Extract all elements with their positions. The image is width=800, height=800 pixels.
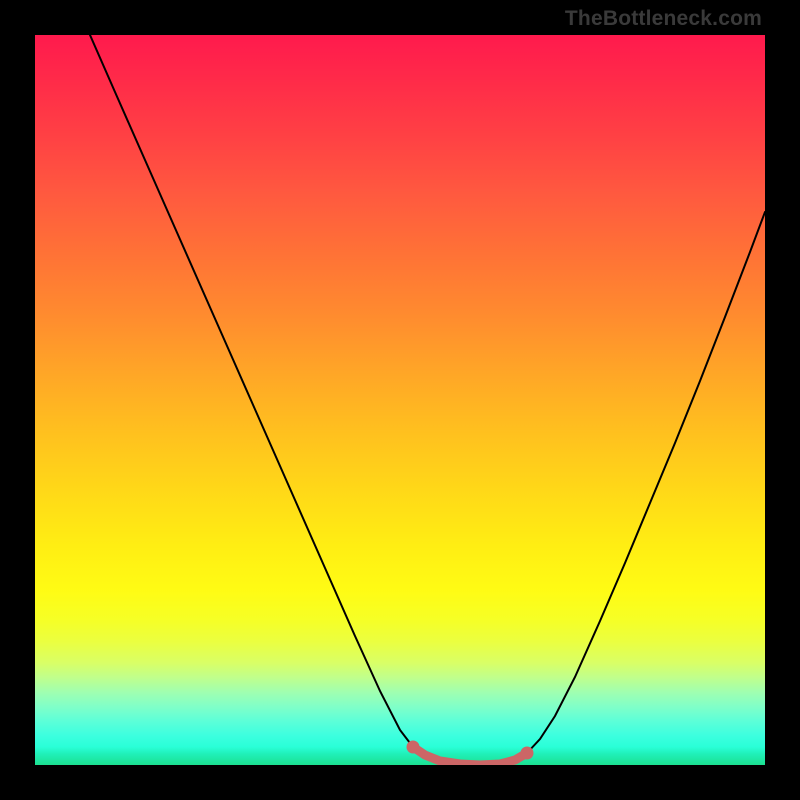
highlight-dot-right [521, 747, 534, 760]
chart-svg [35, 35, 765, 765]
chart-frame: TheBottleneck.com [0, 0, 800, 800]
watermark-text: TheBottleneck.com [565, 7, 762, 31]
flat-zone-highlight [413, 747, 527, 765]
bottleneck-curve [90, 35, 765, 765]
highlight-dot-left [407, 741, 420, 754]
